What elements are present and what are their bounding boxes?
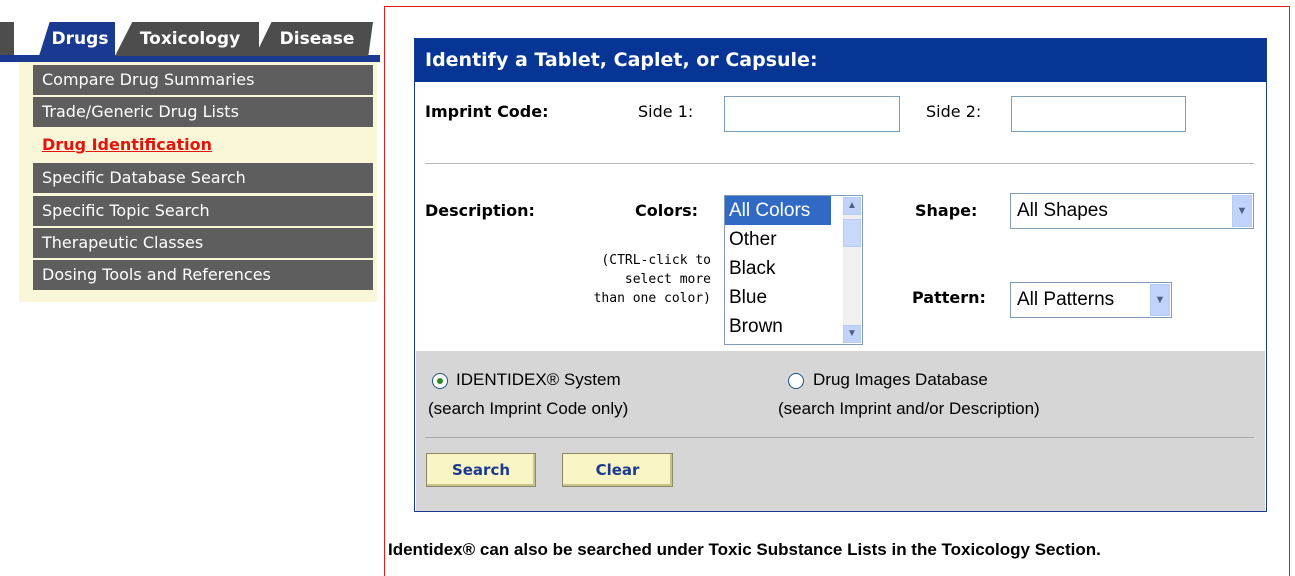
radio-drug-images-label: Drug Images Database (813, 370, 988, 389)
side2-label: Side 2: (926, 102, 982, 121)
divider (425, 437, 1254, 438)
radio-identidex-note: (search Imprint Code only) (428, 399, 629, 418)
tab-disease[interactable]: Disease (255, 22, 373, 56)
tab-previous[interactable] (0, 22, 14, 56)
shape-select-value: All Shapes (1017, 200, 1108, 221)
imprint-code-label: Imprint Code: (425, 102, 549, 121)
side2-input[interactable] (1011, 96, 1186, 132)
nav-tabbar: Drugs Toxicology Disease (0, 0, 380, 64)
menu-item-trade-generic-lists[interactable]: Trade/Generic Drug Lists (33, 97, 373, 127)
color-option[interactable]: All Colors (725, 196, 831, 225)
menu-item-therapeutic-classes[interactable]: Therapeutic Classes (33, 228, 373, 258)
radio-identidex-label: IDENTIDEX® System (456, 370, 621, 389)
color-option[interactable]: Brown (725, 312, 862, 341)
scroll-down-icon[interactable]: ▼ (843, 325, 861, 343)
colors-listbox[interactable]: All Colors Other Black Blue Brown ▲ ▼ (724, 195, 863, 345)
colors-help-note: (CTRL-click to select more than one colo… (593, 253, 711, 306)
radio-identidex[interactable] (432, 373, 448, 389)
tab-underline (0, 55, 380, 62)
search-button[interactable]: Search (426, 453, 536, 487)
pattern-label: Pattern: (912, 288, 986, 307)
menu-item-specific-database-search[interactable]: Specific Database Search (33, 163, 373, 193)
menu-item-dosing-tools[interactable]: Dosing Tools and References (33, 260, 373, 290)
color-option[interactable]: Other (725, 225, 862, 254)
colors-label: Colors: (635, 201, 699, 220)
shape-select[interactable]: All Shapes ▼ (1010, 193, 1254, 229)
radio-drug-images-note: (search Imprint and/or Description) (778, 399, 1040, 418)
side1-input[interactable] (724, 96, 900, 132)
pattern-select-value: All Patterns (1017, 289, 1115, 310)
scroll-thumb[interactable] (843, 219, 861, 247)
menu-item-drug-identification[interactable]: Drug Identification (33, 130, 373, 160)
side1-label: Side 1: (638, 102, 694, 121)
drugs-submenu: Compare Drug Summaries Trade/Generic Dru… (19, 62, 377, 302)
color-option[interactable]: Black (725, 254, 862, 283)
chevron-down-icon[interactable]: ▼ (1150, 284, 1170, 316)
clear-button[interactable]: Clear (562, 453, 673, 487)
pill-identifier-panel: Identify a Tablet, Caplet, or Capsule: I… (414, 38, 1267, 512)
search-options-area: IDENTIDEX® System (search Imprint Code o… (416, 351, 1265, 511)
colors-scrollbar[interactable]: ▲ ▼ (843, 197, 861, 343)
color-option[interactable]: Blue (725, 283, 862, 312)
tab-toxicology[interactable]: Toxicology (115, 22, 259, 56)
scroll-up-icon[interactable]: ▲ (843, 197, 861, 215)
shape-label: Shape: (915, 201, 978, 220)
tab-drugs[interactable]: Drugs (39, 22, 115, 56)
divider (425, 163, 1254, 164)
menu-item-specific-topic-search[interactable]: Specific Topic Search (33, 196, 373, 226)
identidex-footnote: Identidex® can also be searched under To… (388, 540, 1101, 559)
description-label: Description: (425, 201, 535, 220)
pattern-select[interactable]: All Patterns ▼ (1010, 282, 1172, 318)
menu-item-compare-drug-summaries[interactable]: Compare Drug Summaries (33, 65, 373, 95)
panel-title: Identify a Tablet, Caplet, or Capsule: (415, 39, 1266, 82)
chevron-down-icon[interactable]: ▼ (1232, 195, 1252, 227)
radio-drug-images[interactable] (788, 373, 804, 389)
